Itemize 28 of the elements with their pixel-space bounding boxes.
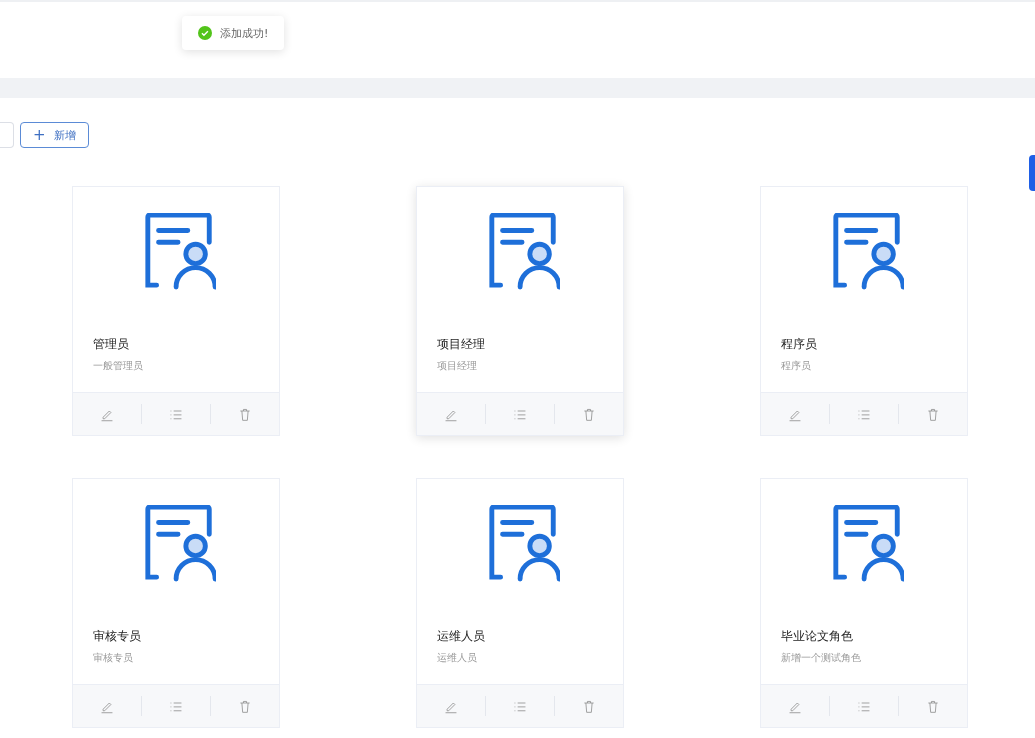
id-card-person-icon (144, 213, 216, 291)
side-tab[interactable] (1029, 155, 1035, 191)
role-name: 项目经理 (436, 336, 486, 353)
role-name: 毕业论文角色 (780, 628, 854, 645)
delete-icon[interactable] (582, 406, 596, 422)
role-name: 运维人员 (436, 628, 486, 645)
delete-icon[interactable] (238, 698, 252, 714)
delete-icon[interactable] (582, 698, 596, 714)
id-card-person-icon (144, 505, 216, 583)
partial-button[interactable] (0, 122, 14, 148)
id-card-person-icon (832, 505, 904, 583)
role-name: 管理员 (92, 336, 130, 353)
delete-icon[interactable] (926, 406, 940, 422)
delete-icon[interactable] (238, 406, 252, 422)
role-name: 程序员 (780, 336, 818, 353)
add-button[interactable]: + 新增 (20, 122, 89, 148)
role-name: 审核专员 (92, 628, 142, 645)
id-card-person-icon (488, 505, 560, 583)
toast-message: 添加成功! (220, 25, 269, 41)
role-description: 运维人员 (436, 651, 478, 665)
id-card-person-icon (488, 213, 560, 291)
plus-icon: + (33, 127, 46, 143)
delete-icon[interactable] (926, 698, 940, 714)
id-card-person-icon (832, 213, 904, 291)
role-description: 审核专员 (92, 651, 134, 665)
role-description: 项目经理 (436, 359, 478, 373)
role-description: 程序员 (780, 359, 812, 373)
check-circle-icon (198, 26, 212, 40)
